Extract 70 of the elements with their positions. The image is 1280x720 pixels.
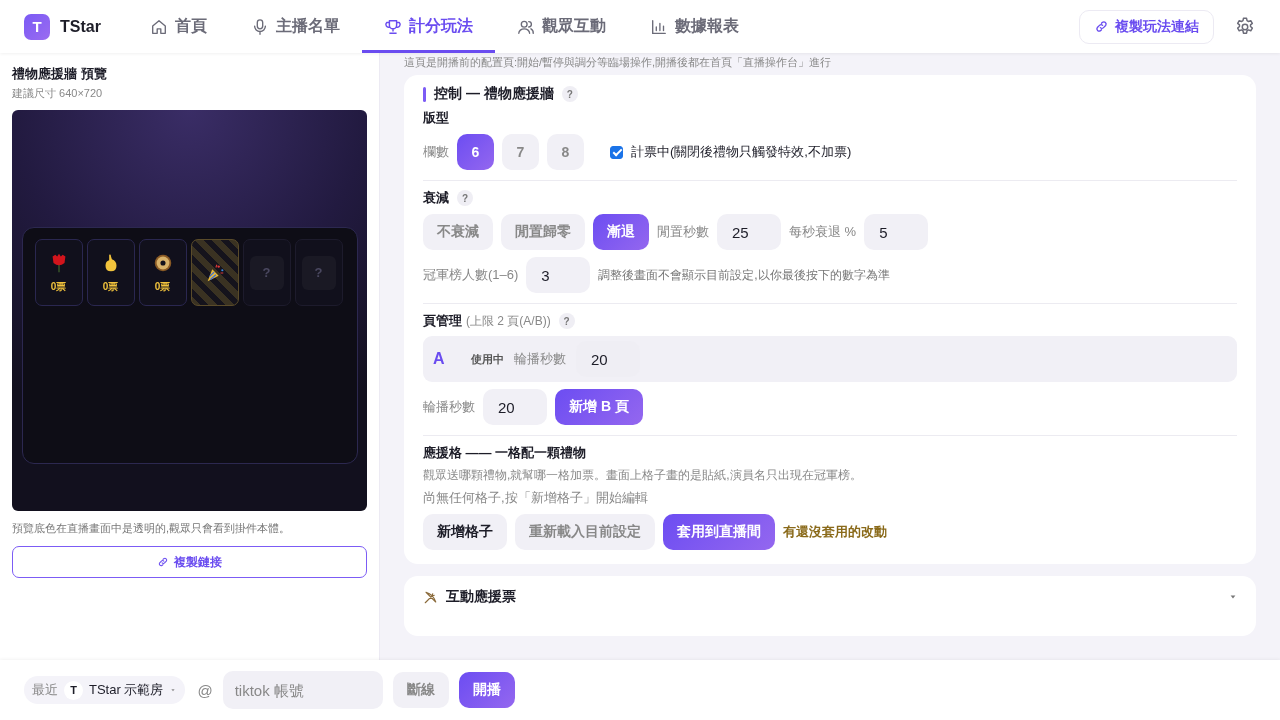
section-description: 觀眾送哪顆禮物,就幫哪一格加票。畫面上格子畫的是貼紙,演員名只出現在冠軍榜。	[423, 467, 863, 484]
app-name: TStar	[60, 17, 101, 36]
section-heading: 版型	[423, 109, 450, 127]
leaderboard-size-field[interactable]: 3	[526, 257, 591, 293]
room-name: TStar 示範房	[89, 681, 164, 699]
room-avatar: T	[64, 680, 83, 700]
section-heading: 應援格 —— 一格配一顆禮物	[423, 444, 588, 462]
decay-mode-option[interactable]: 閒置歸零	[501, 214, 585, 250]
link-icon	[1094, 19, 1109, 34]
page-limit: (上限 2 頁(A/B))	[466, 312, 551, 330]
recent-room-selector[interactable]: 最近 T TStar 示範房	[24, 676, 186, 704]
decay-mode-option[interactable]: 不衰減	[423, 214, 493, 250]
action-button[interactable]: 新增格子	[423, 514, 507, 550]
field-label: 每秒衰退 %	[789, 223, 857, 241]
help-icon[interactable]: ?	[561, 86, 578, 102]
action-button[interactable]: 套用到直播間	[663, 514, 775, 550]
field-label: 輪播秒數	[514, 350, 566, 368]
preview-title: 禮物應援牆 預覽	[12, 65, 108, 83]
app-logo: T	[24, 13, 50, 40]
account-field[interactable]: tiktok 帳號	[222, 671, 383, 709]
vote-count: 0票	[102, 279, 119, 294]
rotate-seconds-field[interactable]: 20	[483, 389, 547, 425]
column-count-option[interactable]: 8	[547, 134, 584, 170]
decay-mode-option[interactable]: 漸退	[593, 214, 649, 250]
page-status: 使用中	[471, 351, 504, 367]
decay-rate-field[interactable]: 5	[864, 214, 929, 250]
field-note: 調整後畫面不會顯示目前設定,以你最後按下的數字為準	[598, 266, 890, 284]
disconnect-button[interactable]: 斷線	[392, 672, 449, 708]
home-icon	[150, 17, 168, 36]
nav-tab[interactable]: 主播名單	[229, 0, 362, 53]
copy-link-button[interactable]: 複製鏈接	[12, 546, 367, 578]
field-label: 冠軍榜人數(1–6)	[423, 266, 519, 284]
nav-tab[interactable]: 首頁	[128, 0, 229, 53]
start-broadcast-button[interactable]: 開播	[458, 672, 515, 708]
vote-count: 0票	[154, 279, 171, 294]
checkbox[interactable]	[610, 145, 623, 159]
unsaved-warning: 有還沒套用的改動	[783, 523, 887, 541]
add-page-button[interactable]: 新增 B 頁	[555, 389, 643, 425]
help-icon[interactable]: ?	[558, 313, 575, 329]
placeholder-mark: ?	[249, 255, 284, 290]
bow-icon	[423, 589, 438, 605]
page-letter: A	[433, 350, 446, 368]
vote-count: 0票	[50, 279, 67, 294]
empty-message: 尚無任何格子,按「新增格子」開始編輯	[423, 489, 649, 507]
bar-chart-icon	[650, 17, 668, 36]
preview-size: 建議尺寸 640×720	[12, 86, 104, 101]
at-sign: @	[197, 681, 213, 699]
caret-icon[interactable]	[1229, 593, 1237, 601]
field-label: 欄數	[423, 143, 449, 161]
trophy-icon	[384, 17, 402, 36]
card-title: 控制 — 禮物應援牆	[434, 85, 554, 103]
section-heading: 衰減	[423, 189, 449, 207]
page-hint: 這頁是開播前的配置頁:開始/暫停與調分等臨場操作,開播後都在首頁「直播操作台」進行	[404, 55, 833, 69]
help-icon[interactable]: ?	[457, 190, 473, 206]
field-label: 輪播秒數	[423, 398, 475, 416]
nav-tab[interactable]: 觀眾互動	[495, 0, 628, 53]
field-label: 閒置秒數	[657, 223, 709, 241]
placeholder-mark: ?	[301, 255, 336, 290]
link-icon	[157, 556, 169, 568]
preview-note: 預覽底色在直播畫面中是透明的,觀眾只會看到掛件本體。	[12, 521, 292, 536]
checkbox-label: 計票中(關閉後禮物只觸發特效,不加票)	[631, 143, 852, 161]
idle-seconds-field[interactable]: 25	[717, 214, 781, 250]
action-button[interactable]: 重新載入目前設定	[515, 514, 655, 550]
microphone-icon	[251, 17, 269, 36]
copy-link-button[interactable]: 複製玩法連結	[1079, 9, 1214, 44]
nav-tab[interactable]: 數據報表	[628, 0, 761, 53]
section-title: 互動應援票	[446, 588, 516, 606]
section-heading: 頁管理	[423, 312, 462, 330]
column-count-option[interactable]: 6	[457, 134, 494, 170]
column-count-option[interactable]: 7	[502, 134, 539, 170]
